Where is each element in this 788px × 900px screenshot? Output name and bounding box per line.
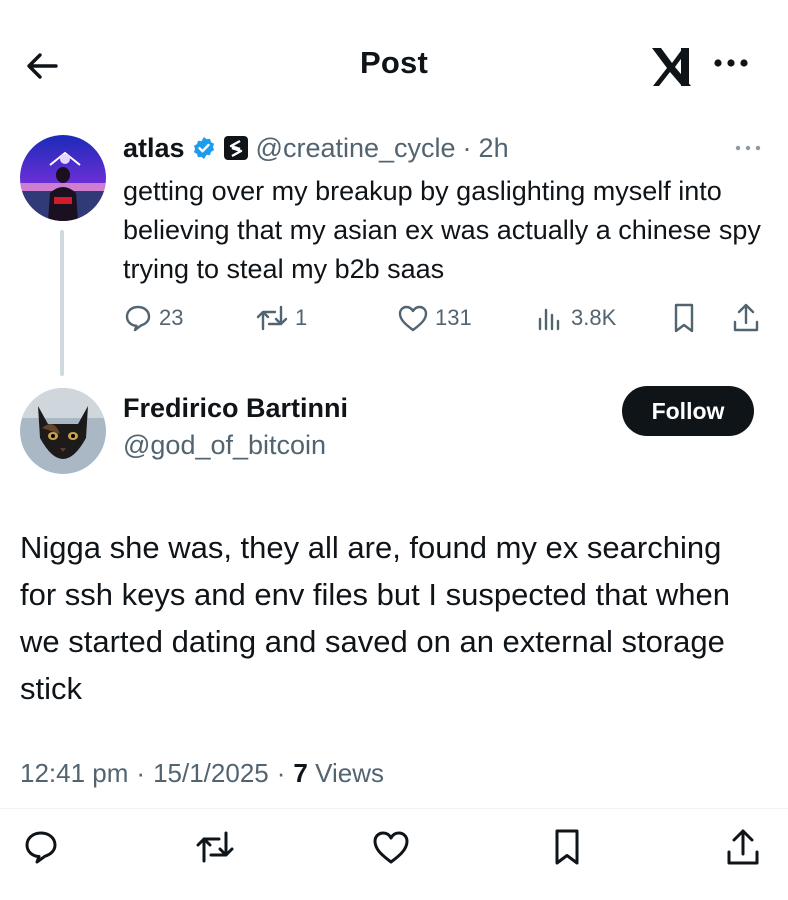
separator: · — [136, 758, 146, 788]
reply-button[interactable]: 23 — [123, 298, 183, 338]
repost-icon — [196, 831, 234, 863]
more-icon — [735, 145, 761, 151]
views-button[interactable]: 3.8K — [535, 298, 616, 338]
divider — [0, 808, 788, 809]
bookmark-button[interactable] — [669, 298, 699, 338]
reply-actions — [0, 822, 788, 872]
post-actions: 23 1 131 3.8K — [123, 298, 763, 338]
like-count: 131 — [435, 305, 472, 330]
bookmark-icon — [674, 303, 694, 333]
display-name[interactable]: Fredirico Bartinni — [123, 393, 348, 424]
share-button[interactable] — [731, 298, 761, 338]
like-button[interactable] — [366, 822, 416, 872]
verified-badge-icon — [192, 136, 216, 160]
reply-icon — [25, 831, 57, 864]
share-icon — [727, 829, 759, 865]
heart-icon — [398, 305, 428, 332]
reply-count: 23 — [159, 305, 184, 330]
avatar[interactable] — [20, 388, 106, 474]
reply-icon — [125, 305, 151, 332]
post-time[interactable]: 12:41 pm — [20, 758, 128, 789]
x-logo-icon — [648, 42, 696, 90]
handle[interactable]: @creatine_cycle — [256, 133, 456, 164]
view-count: 3.8K — [571, 305, 617, 330]
share-icon — [733, 303, 759, 332]
heart-icon — [373, 831, 409, 864]
reply-button[interactable] — [16, 822, 66, 872]
views-count: 7 — [293, 758, 308, 788]
like-button[interactable]: 131 — [397, 298, 472, 338]
repost-button[interactable] — [190, 822, 240, 872]
display-name[interactable]: atlas — [123, 133, 185, 164]
handle[interactable]: @god_of_bitcoin — [123, 430, 326, 461]
repost-count: 1 — [295, 305, 308, 330]
views-info[interactable]: 7 Views — [293, 758, 384, 789]
repost-icon — [256, 305, 288, 331]
post-header: atlas @creatine_cycle · 2h — [123, 128, 509, 168]
separator: · — [276, 758, 286, 788]
more-options-button[interactable] — [708, 48, 754, 78]
timestamp[interactable]: 2h — [479, 133, 509, 164]
share-button[interactable] — [718, 822, 768, 872]
post-metadata: 12:41 pm · 15/1/2025 · 7 Views — [20, 758, 384, 789]
bookmark-button[interactable] — [542, 822, 592, 872]
post-text: getting over my breakup by gaslighting m… — [123, 176, 761, 284]
post-date[interactable]: 15/1/2025 — [153, 758, 269, 789]
analytics-icon — [538, 308, 560, 331]
follow-button[interactable]: Follow — [622, 386, 754, 436]
post-more-button[interactable] — [728, 138, 768, 158]
more-icon — [714, 59, 748, 67]
bookmark-icon — [555, 829, 579, 865]
repost-button[interactable]: 1 — [255, 298, 307, 338]
thread-connector — [60, 230, 64, 376]
avatar[interactable] — [20, 135, 106, 221]
reply-text: Nigga she was, they all are, found my ex… — [20, 530, 730, 706]
separator: · — [462, 132, 472, 163]
views-label: Views — [315, 758, 385, 788]
affiliate-badge-icon — [223, 135, 249, 161]
